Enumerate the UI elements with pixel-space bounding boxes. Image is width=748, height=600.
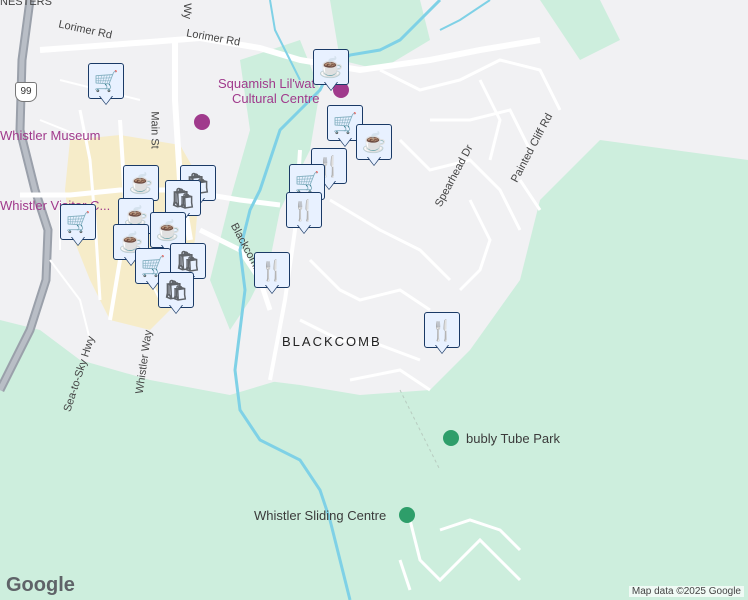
shopping-cart-icon: 🛒 <box>332 112 358 135</box>
map-marker[interactable]: 🍴 <box>424 312 460 356</box>
map-marker[interactable]: 🍴 <box>254 252 290 296</box>
label-blackcomb-wy-north: mb Wy <box>181 0 194 20</box>
label-squamish-lilwat-line2: Cultural Centre <box>232 91 320 106</box>
label-whistler-museum: Whistler Museum <box>0 128 101 143</box>
restaurant-icon: 🍴 <box>429 319 455 342</box>
map-marker[interactable]: ☕ <box>313 49 349 93</box>
map-marker[interactable]: ☕ <box>356 124 392 168</box>
label-squamish-lilwat-line1: Squamish Lil'wat <box>218 76 316 91</box>
label-main-st: Main St <box>148 111 161 149</box>
label-nesters: NESTERS <box>0 0 52 8</box>
museum-icon[interactable] <box>194 114 210 130</box>
shopping-cart-icon: 🛒 <box>65 211 91 234</box>
shopping-cart-icon: 🛒 <box>93 70 119 93</box>
route-99-shield: 99 <box>15 82 37 102</box>
map-marker[interactable]: 🛍 <box>158 272 194 316</box>
map-attribution[interactable]: Map data ©2025 Google <box>628 586 744 597</box>
coffee-icon: ☕ <box>318 56 344 79</box>
label-whistler-sliding-centre: Whistler Sliding Centre <box>254 508 387 523</box>
coffee-icon: ☕ <box>155 219 181 242</box>
map-marker[interactable]: 🍴 <box>286 192 322 236</box>
park-icon[interactable] <box>399 507 415 523</box>
map-marker[interactable]: 🛒 <box>60 204 96 248</box>
label-blackcomb-area: BLACKCOMB <box>282 334 382 349</box>
label-bubly-tube-park: bubly Tube Park <box>466 431 560 446</box>
park-icon[interactable] <box>443 430 459 446</box>
shopping-cart-icon: 🛒 <box>294 171 320 194</box>
shopping-bag-icon: 🛍 <box>163 279 189 302</box>
restaurant-icon: 🍴 <box>291 199 317 222</box>
google-logo: Google <box>6 574 75 596</box>
map-marker[interactable]: 🛒 <box>88 63 124 107</box>
shopping-bag-icon: 🛍 <box>170 187 196 210</box>
shopping-bag-icon: 🛍 <box>175 250 201 273</box>
coffee-icon: ☕ <box>361 131 387 154</box>
coffee-icon: ☕ <box>128 172 154 195</box>
map-canvas[interactable]: NESTERS Lorimer Rd Lorimer Rd Squamish L… <box>0 0 748 600</box>
restaurant-icon: 🍴 <box>259 259 285 282</box>
